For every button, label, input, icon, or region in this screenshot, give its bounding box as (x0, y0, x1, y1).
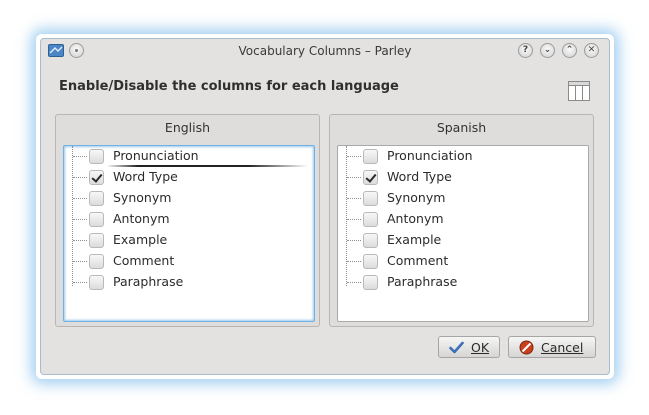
tree-item[interactable]: Example (338, 230, 583, 251)
title-bar[interactable]: Vocabulary Columns – Parley ? ⌄ ⌃ ✕ (41, 39, 609, 63)
tree-connector (73, 219, 87, 220)
item-label: Word Type (113, 169, 178, 184)
checkbox[interactable] (89, 170, 104, 185)
tree-connector (347, 282, 361, 283)
cancel-label: Cancel (541, 340, 584, 355)
tree-item[interactable]: Synonym (64, 188, 309, 209)
help-button[interactable]: ? (518, 43, 533, 58)
tree-item[interactable]: Word Type (338, 167, 583, 188)
checkbox[interactable] (363, 275, 378, 290)
item-label: Antonym (113, 211, 170, 226)
item-label: Word Type (387, 169, 452, 184)
checkbox[interactable] (89, 275, 104, 290)
checkbox[interactable] (89, 191, 104, 206)
checkbox[interactable] (363, 149, 378, 164)
dialog-window: Vocabulary Columns – Parley ? ⌄ ⌃ ✕ Enab… (40, 38, 610, 375)
columns-layout-icon (568, 81, 590, 101)
tree-connector (73, 261, 87, 262)
tree-connector (347, 156, 361, 157)
close-button[interactable]: ✕ (584, 43, 599, 58)
item-label: Paraphrase (113, 274, 184, 289)
dialog-heading: Enable/Disable the columns for each lang… (59, 79, 399, 94)
tree-connector (73, 282, 87, 283)
item-label: Example (387, 232, 442, 247)
tree-item[interactable]: Antonym (64, 209, 309, 230)
item-label: Pronunciation (113, 148, 199, 163)
tree-item[interactable]: Pronunciation (64, 146, 309, 167)
tree-connector (73, 240, 87, 241)
item-label: Comment (387, 253, 449, 268)
tree-item[interactable]: Comment (64, 251, 309, 272)
checkbox[interactable] (363, 212, 378, 227)
column-tree-spanish[interactable]: Pronunciation Word Type Synonym Antonym (337, 145, 589, 322)
tree-connector (347, 177, 361, 178)
checkbox[interactable] (89, 233, 104, 248)
item-label: Pronunciation (387, 148, 473, 163)
item-label: Synonym (387, 190, 446, 205)
cancel-button[interactable]: Cancel (508, 336, 596, 358)
checkbox[interactable] (363, 191, 378, 206)
checkbox[interactable] (89, 254, 104, 269)
ok-label: OK (471, 340, 490, 355)
item-label: Synonym (113, 190, 172, 205)
checkbox[interactable] (363, 254, 378, 269)
ok-button[interactable]: OK (438, 336, 500, 358)
checkmark-icon (449, 341, 464, 354)
checkbox[interactable] (89, 149, 104, 164)
tree-item[interactable]: Comment (338, 251, 583, 272)
language-group-spanish: Spanish Pronunciation Word Type Synonym (329, 114, 594, 327)
tree-connector (73, 177, 87, 178)
tree-item[interactable]: Paraphrase (64, 272, 309, 293)
maximize-button[interactable]: ⌃ (562, 43, 577, 58)
cancel-icon (519, 340, 534, 355)
language-group-english: English Pronunciation Word Type Synonym (55, 114, 320, 327)
tree-item[interactable]: Antonym (338, 209, 583, 230)
tree-item[interactable]: Paraphrase (338, 272, 583, 293)
tree-connector (347, 240, 361, 241)
tree-connector (347, 261, 361, 262)
tree-item[interactable]: Word Type (64, 167, 309, 188)
tree-item[interactable]: Synonym (338, 188, 583, 209)
tree-connector (347, 219, 361, 220)
item-label: Antonym (387, 211, 444, 226)
language-title: English (164, 120, 211, 135)
language-title: Spanish (436, 120, 487, 135)
item-label: Example (113, 232, 168, 247)
minimize-button[interactable]: ⌄ (540, 43, 555, 58)
column-tree-english[interactable]: Pronunciation Word Type Synonym Antonym (63, 145, 315, 322)
checkbox[interactable] (363, 233, 378, 248)
checkbox[interactable] (363, 170, 378, 185)
tree-item[interactable]: Pronunciation (338, 146, 583, 167)
tree-connector (73, 156, 87, 157)
tree-connector (73, 198, 87, 199)
checkbox[interactable] (89, 212, 104, 227)
tree-item[interactable]: Example (64, 230, 309, 251)
tree-connector (347, 198, 361, 199)
item-label: Paraphrase (387, 274, 458, 289)
item-label: Comment (113, 253, 175, 268)
